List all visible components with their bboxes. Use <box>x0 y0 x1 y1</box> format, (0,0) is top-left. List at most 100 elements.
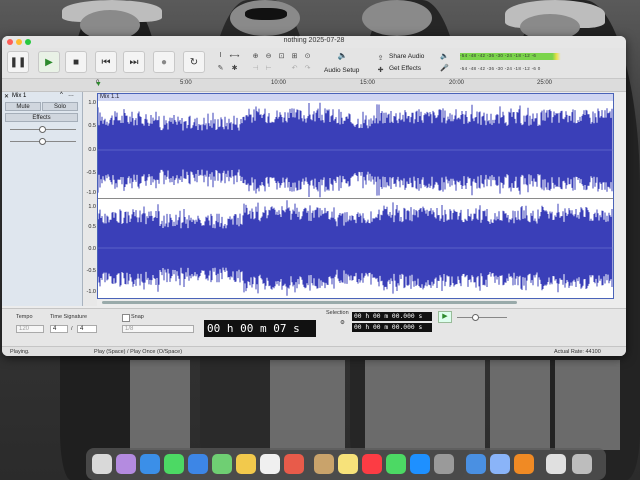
pan-slider-knob[interactable] <box>39 138 46 145</box>
plugin-icon: ✚ <box>377 66 384 74</box>
scale-label: -0.5 <box>86 170 96 176</box>
mute-button[interactable]: Mute <box>5 102 41 111</box>
pause-button[interactable]: ❚❚ <box>7 51 29 73</box>
messages-icon[interactable] <box>164 454 184 474</box>
scale-label: -1.0 <box>86 289 96 295</box>
playhead-marker-icon[interactable]: ▼ <box>95 81 102 88</box>
channel-divider <box>98 198 613 199</box>
status-hint: Play (Space) / Play Once (O/Space) <box>94 349 183 355</box>
audio-clip[interactable]: Mix 1.1 <box>97 93 614 299</box>
time-signature-numerator[interactable]: 4 <box>50 325 68 333</box>
record-button[interactable]: ● <box>153 51 175 73</box>
snap-label: Snap <box>131 314 144 320</box>
selection-end-field[interactable]: 00 h 00 m 00.000 s <box>352 323 432 332</box>
track-close-icon[interactable]: ✕ <box>4 93 9 100</box>
loop-button[interactable]: ↻ <box>183 51 205 73</box>
playback-meter-icon[interactable]: 🔈 <box>440 51 449 60</box>
speaker-icon[interactable]: 🔈 <box>338 51 348 60</box>
play-button[interactable]: ▶ <box>38 51 60 73</box>
ruler-tick: 20:00 <box>449 80 465 86</box>
tempo-field[interactable]: 120 <box>16 325 44 333</box>
track-name[interactable]: Mix 1 <box>12 93 26 99</box>
draw-tool-icon[interactable]: ✎ <box>216 63 225 72</box>
redo-icon[interactable]: ↷ <box>303 63 312 72</box>
finder-icon[interactable] <box>92 454 112 474</box>
numbers-icon[interactable] <box>386 454 406 474</box>
loop-icon: ↻ <box>189 56 199 68</box>
selection-start-field[interactable]: 00 h 00 m 00.000 s <box>352 312 432 321</box>
zoom-fit-icon[interactable]: ⊞ <box>290 51 299 60</box>
level-meter: 🔈 🎤 -54 -48 -42 -36 -30 -24 -18 -12 -6 -… <box>440 51 580 75</box>
gain-slider-knob[interactable] <box>39 126 46 133</box>
ruler-tick: 10:00 <box>271 80 287 86</box>
mail-icon[interactable] <box>188 454 208 474</box>
time-signature-denominator[interactable]: 4 <box>77 325 97 333</box>
share-audio-button[interactable]: Share Audio <box>389 53 424 60</box>
selection-settings-icon[interactable]: ⚙ <box>340 320 345 326</box>
photo-leg <box>420 360 485 450</box>
horizontal-scrollbar[interactable] <box>102 301 517 304</box>
app-store-icon[interactable] <box>410 454 430 474</box>
pages-icon[interactable] <box>514 454 534 474</box>
audacity-icon[interactable] <box>284 454 304 474</box>
playback-meter-bar: -54 -48 -42 -36 -30 -24 -18 -12 -6 <box>460 53 565 60</box>
timeline-ruler[interactable]: 0 5:00 10:00 15:00 20:00 25:00 ▼ <box>2 79 626 92</box>
status-bar: Playing. Play (Space) / Play Once (O/Spa… <box>2 346 626 356</box>
preview-icon[interactable] <box>466 454 486 474</box>
pause-icon: ❚❚ <box>9 56 27 68</box>
effects-button[interactable]: Effects <box>5 113 78 122</box>
stop-button[interactable]: ■ <box>65 51 87 73</box>
scale-label: -1.0 <box>86 190 96 196</box>
skip-end-icon: ⏭ <box>129 56 139 68</box>
play-speed-knob[interactable] <box>472 314 479 321</box>
tempo-label: Tempo <box>16 314 33 320</box>
music-icon[interactable] <box>362 454 382 474</box>
zoom-out-icon[interactable]: ⊖ <box>264 51 273 60</box>
selection-tool-icon[interactable]: I <box>216 51 225 60</box>
get-effects-button[interactable]: Get Effects <box>389 65 421 72</box>
safari-icon[interactable] <box>140 454 160 474</box>
photo-face <box>362 0 432 36</box>
contacts-icon[interactable] <box>314 454 334 474</box>
skip-start-icon: ⏮ <box>101 56 111 68</box>
audio-setup-button[interactable]: Audio Setup <box>324 67 359 74</box>
ruler-tick: 25:00 <box>537 80 553 86</box>
trim-icon[interactable]: ⊣ <box>251 63 260 72</box>
snap-checkbox[interactable] <box>122 314 130 322</box>
waveform-right-channel[interactable] <box>98 200 613 296</box>
snap-select[interactable]: 1/8 <box>122 325 194 333</box>
launchpad-icon[interactable] <box>116 454 136 474</box>
system-settings-icon[interactable] <box>434 454 454 474</box>
zoom-in-icon[interactable]: ⊕ <box>251 51 260 60</box>
photo-leg <box>490 360 550 450</box>
clip-header[interactable]: Mix 1.1 <box>98 94 613 101</box>
selection-label: Selection <box>326 310 349 316</box>
skip-to-start-button[interactable]: ⏮ <box>95 51 117 73</box>
play-speed-slider[interactable] <box>457 317 507 318</box>
multi-tool-icon[interactable]: ✱ <box>230 63 239 72</box>
maps-icon[interactable] <box>212 454 232 474</box>
track-collapse-icon[interactable]: ^ <box>60 92 63 98</box>
envelope-tool-icon[interactable]: ⟷ <box>229 51 239 60</box>
waveform-left-channel[interactable] <box>98 102 613 198</box>
undo-icon[interactable]: ↶ <box>290 63 299 72</box>
time-display[interactable]: 00 h 00 m 07 s <box>204 320 316 337</box>
zoom-toggle-icon[interactable]: ⊙ <box>303 51 312 60</box>
ruler-tick: 5:00 <box>180 80 192 86</box>
finder-window-icon[interactable] <box>490 454 510 474</box>
downloads-icon[interactable] <box>546 454 566 474</box>
calendar-icon[interactable] <box>260 454 280 474</box>
play-at-speed-button[interactable]: ▶ <box>438 311 452 323</box>
skip-to-end-button[interactable]: ⏭ <box>123 51 145 73</box>
zoom-selection-icon[interactable]: ⊡ <box>277 51 286 60</box>
scale-label: 1.0 <box>88 204 96 210</box>
stop-icon: ■ <box>72 56 80 68</box>
notes-icon[interactable] <box>338 454 358 474</box>
macos-dock <box>86 448 606 480</box>
photos-icon[interactable] <box>236 454 256 474</box>
solo-button[interactable]: Solo <box>42 102 78 111</box>
silence-icon[interactable]: ⊢ <box>264 63 273 72</box>
trash-icon[interactable] <box>572 454 592 474</box>
record-meter-icon[interactable]: 🎤 <box>440 63 449 72</box>
track-menu-icon[interactable]: … <box>68 92 74 98</box>
